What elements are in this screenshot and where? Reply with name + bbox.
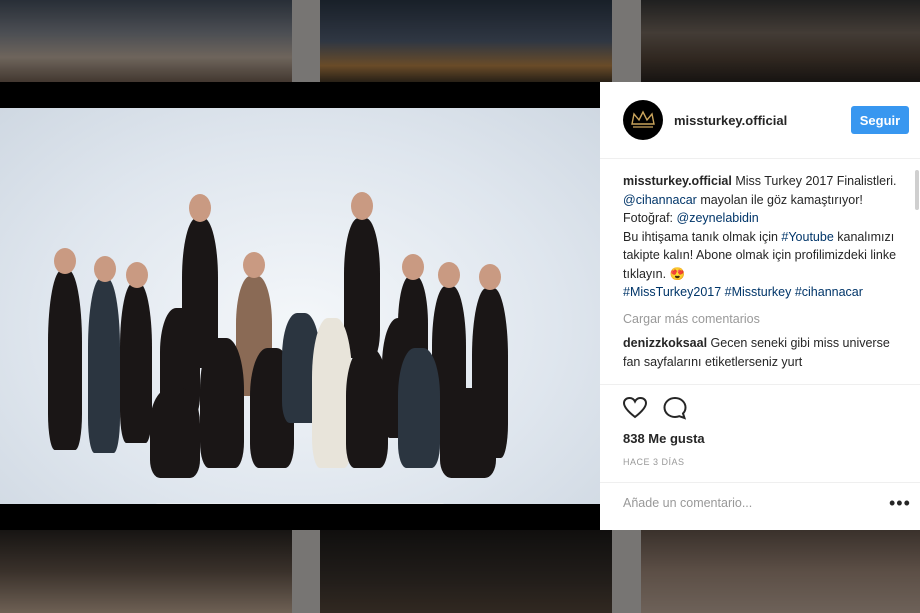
hashtag-link[interactable]: #Youtube xyxy=(781,230,833,244)
heart-eyes-emoji: 😍 xyxy=(669,266,686,281)
caption-username[interactable]: missturkey.official xyxy=(623,174,732,188)
avatar[interactable] xyxy=(623,100,663,140)
post-header: missturkey.official Seguir xyxy=(600,82,920,159)
add-comment-row: Añade un comentario... ••• xyxy=(600,482,920,531)
mention-link[interactable]: @cihannacar xyxy=(623,193,697,207)
post-timestamp: HACE 3 DÍAS xyxy=(623,457,685,467)
load-more-comments[interactable]: Cargar más comentarios xyxy=(623,310,908,329)
comment-input[interactable]: Añade un comentario... xyxy=(623,496,853,510)
likes-count[interactable]: 838 Me gusta xyxy=(623,431,705,446)
mention-link[interactable]: @zeynelabidin xyxy=(677,211,759,225)
comment-username[interactable]: denizzkoksaal xyxy=(623,336,707,350)
actions-divider xyxy=(600,384,920,386)
heart-icon[interactable] xyxy=(622,396,648,420)
post-photo-frame xyxy=(0,82,600,530)
comment-bubble-icon[interactable] xyxy=(662,396,688,420)
post-sidebar: missturkey.official Seguir missturkey.of… xyxy=(600,82,920,530)
caption: missturkey.official Miss Turkey 2017 Fin… xyxy=(623,174,897,299)
more-options-icon[interactable]: ••• xyxy=(889,493,911,514)
follow-button[interactable]: Seguir xyxy=(851,106,909,134)
post-photo[interactable] xyxy=(0,108,600,504)
crown-logo-icon xyxy=(631,110,655,128)
comments-scrollbar[interactable] xyxy=(915,170,919,210)
photo-bench xyxy=(155,503,445,504)
comments-list[interactable]: missturkey.official Miss Turkey 2017 Fin… xyxy=(623,172,908,382)
hashtag-links[interactable]: #MissTurkey2017 #Missturkey #cihannacar xyxy=(623,285,863,299)
post-username[interactable]: missturkey.official xyxy=(674,113,787,128)
comment-item: denizzkoksaal Gecen seneki gibi miss uni… xyxy=(623,334,908,371)
